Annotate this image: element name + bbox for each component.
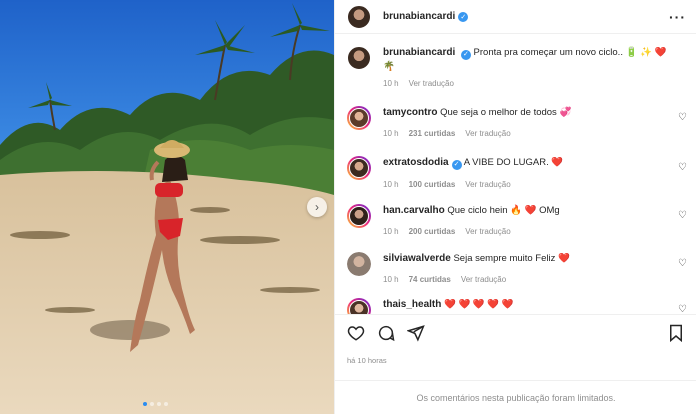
comment-time[interactable]: 10 h [383,178,399,191]
comment-avatar[interactable] [347,156,371,180]
verified-icon: ✓ [458,11,469,22]
caption-avatar[interactable] [347,46,371,70]
comment-username[interactable]: thais_health [383,299,441,310]
carousel-dot [157,402,161,406]
comment-username[interactable]: han.carvalho [383,205,445,216]
comment-item: extratosdodia ✓ A VIBE DO LUGAR. ❤️ 10 h … [347,156,687,191]
post-sidebar: brunabiancardi ✓ ··· brunabiancardi ✓ Pr… [334,0,696,414]
caption-time[interactable]: 10 h [383,77,399,90]
comment-time[interactable]: 10 h [383,127,399,140]
heart-outline-icon[interactable]: ♡ [678,162,687,173]
comment-text: Seja sempre muito Feliz ❤️ [453,253,570,264]
comments-limited-notice: Os comentários nesta publicação foram li… [335,380,696,414]
carousel-dot-active [143,402,147,406]
comment-translate-link[interactable]: Ver tradução [461,273,506,286]
comment-item: silviawalverde Seja sempre muito Feliz ❤… [347,252,687,286]
comment-avatar[interactable] [347,106,371,130]
comment-time[interactable]: 10 h [383,273,399,286]
post-timestamp[interactable]: há 10 horas [347,356,387,365]
comment-item: han.carvalho Que ciclo hein 🔥 ❤️ OMg 10 … [347,204,687,238]
comment-likes[interactable]: 231 curtidas [409,127,456,140]
caption-username[interactable]: brunabiancardi [383,47,455,58]
caption-emoji-line: 🌴 [383,60,395,72]
comment-text: Que seja o melhor de todos 💞 [440,107,572,118]
share-icon[interactable] [407,324,425,342]
verified-icon: ✓ [460,49,471,60]
comment-likes[interactable]: 200 curtidas [409,225,456,238]
comment-text: A VIBE DO LUGAR. ❤️ [463,157,564,168]
heart-outline-icon[interactable]: ♡ [678,304,687,314]
heart-outline-icon[interactable]: ♡ [678,210,687,221]
comment-translate-link[interactable]: Ver tradução [465,127,510,140]
comments-list: brunabiancardi ✓ Pronta pra começar um n… [335,34,696,314]
comment-item: thais_health ❤️ ❤️ ❤️ ❤️ ❤️ ♡ [347,298,687,314]
caption-emoji: 🔋 ✨ ❤️ [625,47,667,58]
comment-likes[interactable]: 74 curtidas [409,273,451,286]
bookmark-icon[interactable] [667,324,685,342]
comment-avatar[interactable] [347,252,371,276]
heart-outline-icon[interactable]: ♡ [678,112,687,123]
beach-photo [0,0,334,414]
more-horizontal-icon[interactable]: ··· [669,9,686,25]
carousel-dot [150,402,154,406]
comment-translate-link[interactable]: Ver tradução [465,178,510,191]
comment-avatar[interactable] [347,204,371,228]
comment-avatar[interactable] [347,298,371,314]
comment-text: Que ciclo hein 🔥 ❤️ OMg [447,205,560,216]
comment-translate-link[interactable]: Ver tradução [465,225,510,238]
post-header: brunabiancardi ✓ ··· [335,0,696,34]
verified-icon: ✓ [451,159,462,170]
heart-outline-icon[interactable]: ♡ [678,258,687,269]
action-bar [335,314,696,350]
comment-username[interactable]: tamycontro [383,107,437,118]
caption: brunabiancardi ✓ Pronta pra começar um n… [347,46,687,90]
post-photo: › [0,0,334,414]
comment-icon[interactable] [377,324,395,342]
carousel-dots [143,402,168,406]
comment-text: ❤️ ❤️ ❤️ ❤️ ❤️ [444,299,514,310]
caption-translate-link[interactable]: Ver tradução [409,77,454,90]
comment-item: tamycontro Que seja o melhor de todos 💞 … [347,106,687,140]
comment-time[interactable]: 10 h [383,225,399,238]
author-avatar[interactable] [347,4,371,29]
carousel-dot [164,402,168,406]
comment-username[interactable]: extratosdodia [383,157,449,168]
caption-text: Pronta pra começar um novo ciclo.. [473,47,623,58]
heart-icon[interactable] [347,324,365,342]
comment-likes[interactable]: 100 curtidas [409,178,456,191]
next-photo-button[interactable]: › [307,197,327,217]
comment-username[interactable]: silviawalverde [383,253,451,264]
author-username[interactable]: brunabiancardi [383,11,455,22]
